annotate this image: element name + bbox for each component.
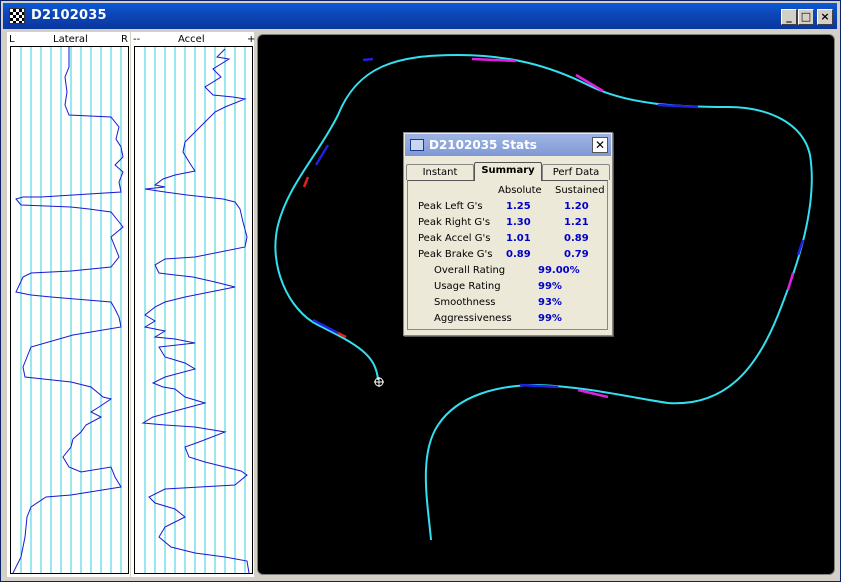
rating-label: Aggressiveness: [434, 313, 512, 324]
summary-panel: Absolute Sustained Peak Left G's 1.25 1.…: [407, 180, 608, 330]
stats-title-bar[interactable]: D2102035 Stats ✕: [405, 134, 611, 156]
close-button[interactable]: ×: [817, 9, 833, 25]
stats-title: D2102035 Stats: [429, 138, 537, 152]
lateral-strip: L Lateral R: [7, 32, 130, 577]
rating-row: Smoothness 93%: [434, 297, 604, 312]
maximize-button[interactable]: □: [798, 9, 814, 25]
window-title: D2102035: [31, 8, 107, 23]
peak-sustained: 0.89: [564, 233, 589, 244]
main-window: D2102035 _ □ × L Lateral R -- Accel + D2…: [0, 0, 841, 582]
peak-absolute: 0.89: [506, 249, 531, 260]
accel-graph: [141, 47, 250, 573]
sustained-header: Sustained: [555, 185, 605, 196]
peak-row: Peak Right G's 1.30 1.21: [418, 217, 603, 232]
peak-sustained: 1.21: [564, 217, 589, 228]
peak-label: Peak Right G's: [418, 217, 491, 228]
rating-row: Overall Rating 99.00%: [434, 265, 604, 280]
absolute-header: Absolute: [498, 185, 542, 196]
rating-value: 93%: [538, 297, 562, 308]
rating-value: 99.00%: [538, 265, 580, 276]
start-marker: [374, 377, 384, 387]
lateral-right-label: R: [121, 34, 128, 45]
peak-sustained: 0.79: [564, 249, 589, 260]
rating-label: Smoothness: [434, 297, 496, 308]
peak-row: Peak Accel G's 1.01 0.89: [418, 233, 603, 248]
stats-tabs: Instant Summary Perf Data: [406, 162, 610, 181]
title-bar[interactable]: D2102035 _ □ ×: [3, 3, 837, 29]
tab-instant[interactable]: Instant: [406, 164, 474, 180]
peak-sustained: 1.20: [564, 201, 589, 212]
peak-absolute: 1.01: [506, 233, 531, 244]
tab-summary[interactable]: Summary: [474, 162, 542, 181]
rating-value: 99%: [538, 281, 562, 292]
peak-label: Peak Left G's: [418, 201, 483, 212]
lateral-graph: [12, 47, 124, 573]
accel-left-label: --: [133, 34, 141, 45]
peak-label: Peak Accel G's: [418, 233, 491, 244]
peak-absolute: 1.30: [506, 217, 531, 228]
stats-dialog: D2102035 Stats ✕ Instant Summary Perf Da…: [403, 132, 613, 336]
peak-label: Peak Brake G's: [418, 249, 493, 260]
rating-label: Overall Rating: [434, 265, 506, 276]
lateral-plot: [10, 46, 129, 574]
stats-close-button[interactable]: ✕: [592, 137, 608, 153]
lateral-left-label: L: [9, 34, 15, 45]
peak-absolute: 1.25: [506, 201, 531, 212]
lateral-title: Lateral: [53, 34, 88, 45]
rating-row: Usage Rating 99%: [434, 281, 604, 296]
accel-strip: -- Accel +: [131, 32, 256, 577]
stats-window-icon: [410, 139, 424, 151]
rating-row: Aggressiveness 99%: [434, 313, 604, 328]
accel-title: Accel: [178, 34, 205, 45]
accel-right-label: +: [247, 34, 256, 45]
rating-label: Usage Rating: [434, 281, 501, 292]
accel-plot: [134, 46, 253, 574]
tab-perf-data[interactable]: Perf Data: [542, 164, 610, 180]
peak-row: Peak Brake G's 0.89 0.79: [418, 249, 603, 264]
peak-row: Peak Left G's 1.25 1.20: [418, 201, 603, 216]
checkered-flag-icon: [9, 8, 25, 24]
minimize-button[interactable]: _: [781, 9, 797, 25]
rating-value: 99%: [538, 313, 562, 324]
